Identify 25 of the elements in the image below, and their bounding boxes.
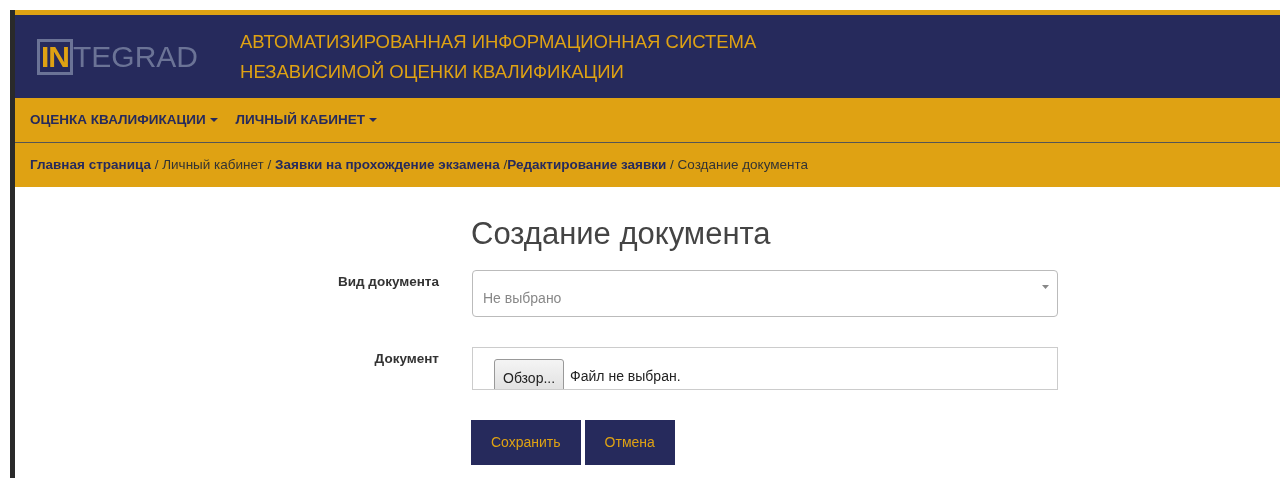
breadcrumb-separator: / [502,156,508,172]
breadcrumb-text: Личный кабинет [162,156,264,172]
breadcrumb-text: Создание документа [677,156,809,172]
breadcrumb-link[interactable]: Заявки на прохождение экзамена [275,156,500,172]
breadcrumb-link[interactable]: Главная страница [30,156,151,172]
select-field[interactable]: Не выбрано [472,269,1058,317]
caret-icon [1042,284,1049,289]
system-title: АВТОМАТИЗИРОВАННАЯ ИНФОРМАЦИОННАЯ СИСТЕМА [240,29,757,54]
logo: INTEGRAD [37,38,198,75]
cancel-button[interactable]: Отмена [584,419,675,465]
breadcrumb-link[interactable]: Редактирование заявки [507,156,667,172]
page-title: Создание документа [471,215,772,253]
menu-dropdown[interactable]: ЛИЧНЫЙ КАБИНЕТ [235,109,377,131]
breadcrumb-separator: / [669,156,675,172]
menu-dropdown[interactable]: ОЦЕНКА КВАЛИФИКАЦИИ [30,109,218,131]
breadcrumb-separator: / [153,156,160,172]
browse-button[interactable]: Обзор... [494,358,565,389]
file-status: Файл не выбран. [570,366,681,385]
system-title: НЕЗАВИСИМОЙ ОЦЕНКИ КВАЛИФИКАЦИИ [240,59,625,84]
field-label: Вид документа [336,272,439,291]
field-label: Документ [373,349,439,368]
caret-icon [209,117,218,123]
breadcrumb-separator: / [266,156,273,172]
caret-icon [368,117,377,123]
save-button[interactable]: Сохранить [471,419,581,465]
